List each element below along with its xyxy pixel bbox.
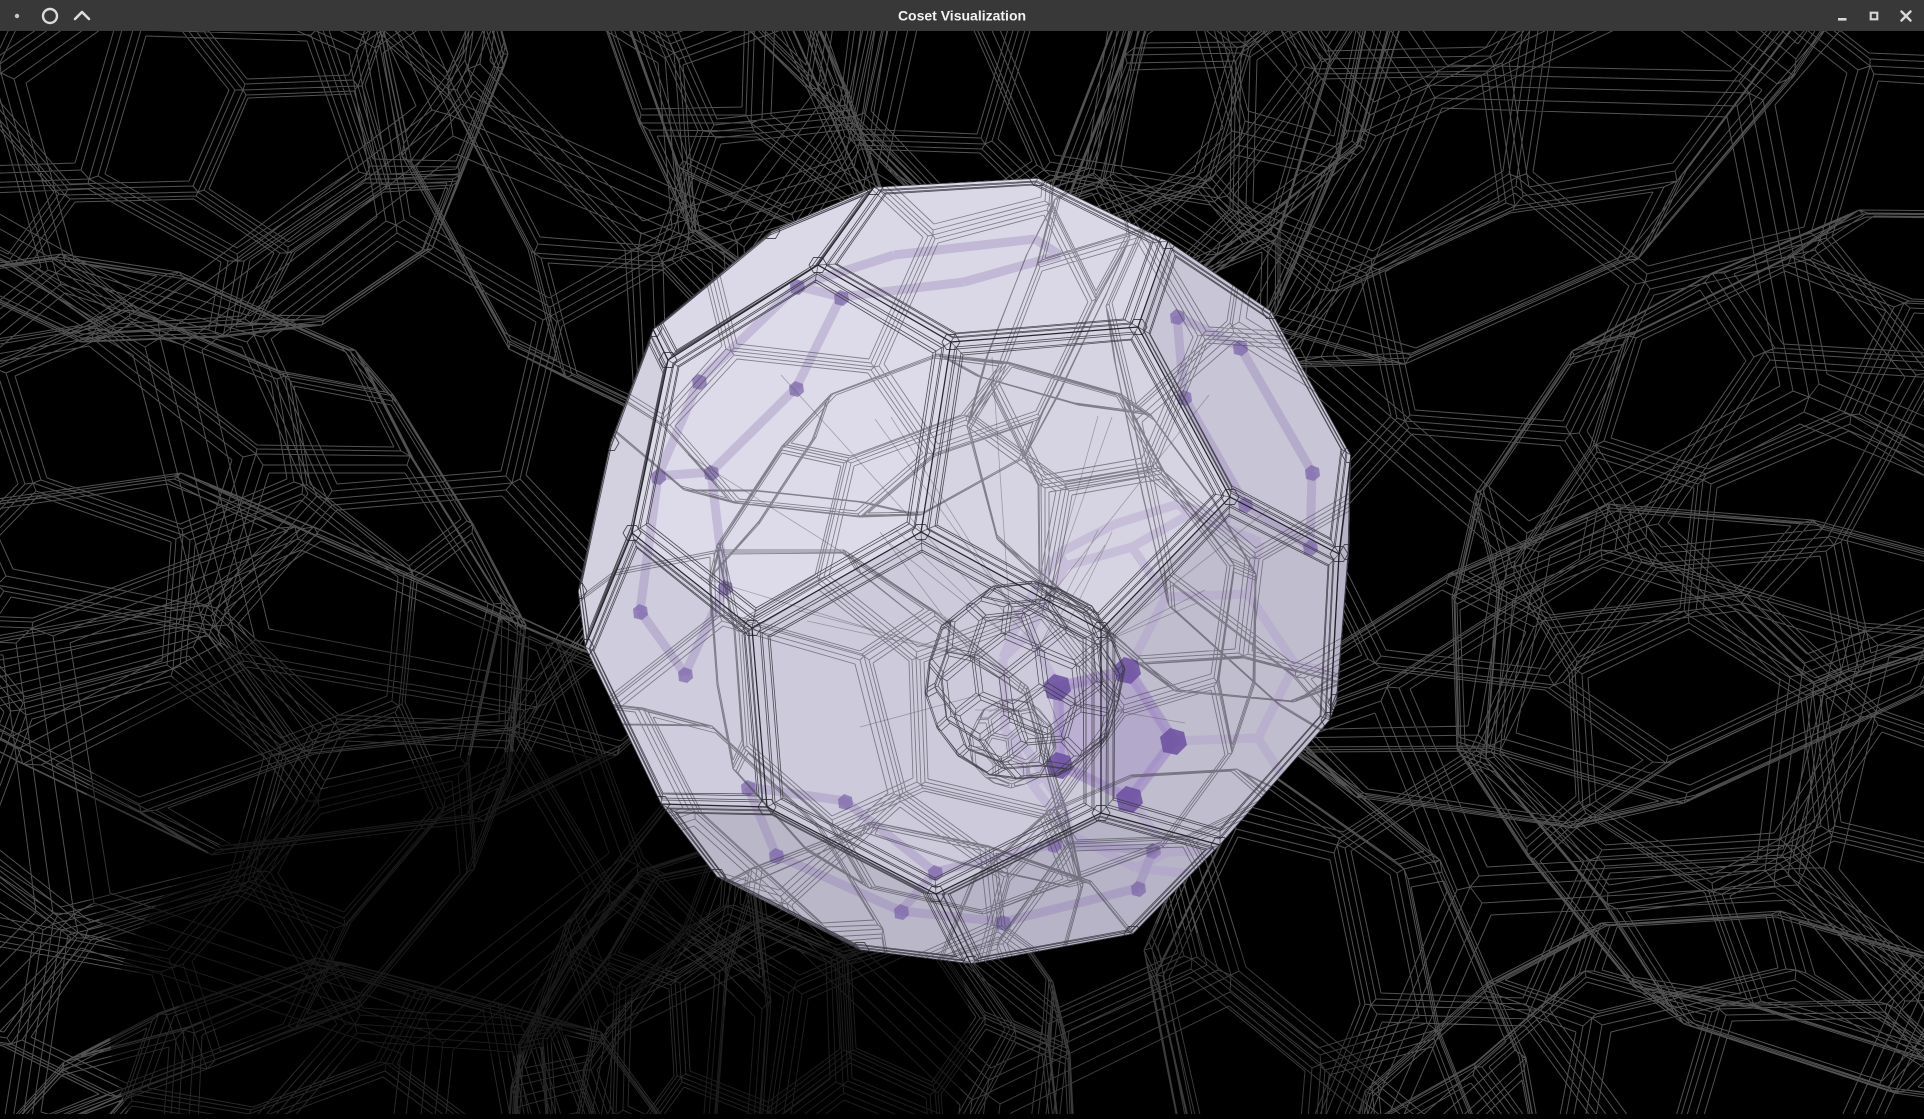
svg-text:Coset Visualization: Coset Visualization <box>898 8 1026 24</box>
